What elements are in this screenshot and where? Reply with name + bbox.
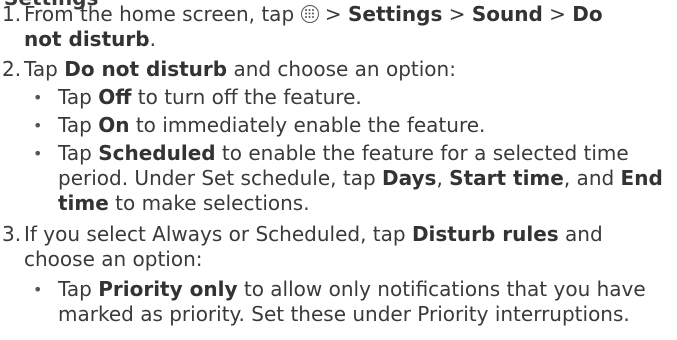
bullet-dot: • (33, 116, 43, 135)
step-number: 1. (2, 2, 22, 26)
step-1: 1. From the home screen, tap > Settings >… (2, 2, 603, 26)
list-item-continued: time to make selections. (58, 191, 310, 215)
step-2: 2. Tap Do not disturb and choose an optio… (2, 57, 456, 81)
step-3-line-2: choose an option: (24, 247, 203, 271)
list-item-continued: period. Under Set schedule, tap Days, St… (58, 166, 663, 190)
step-number: 2. (2, 57, 22, 81)
list-item-continued: marked as priority. Set these under Prio… (58, 302, 630, 326)
step-1-line-2: not disturb. (24, 27, 156, 51)
bullet-dot: • (33, 280, 43, 299)
bullet-dot: • (33, 88, 43, 107)
apps-grid-icon (300, 5, 319, 23)
step-number: 3. (2, 222, 22, 246)
step-3: 3. If you select Always or Scheduled, tap… (2, 222, 603, 246)
bullet-dot: • (33, 144, 43, 163)
document-page: Settings 1.From the home screen, tap > S… (0, 0, 677, 340)
